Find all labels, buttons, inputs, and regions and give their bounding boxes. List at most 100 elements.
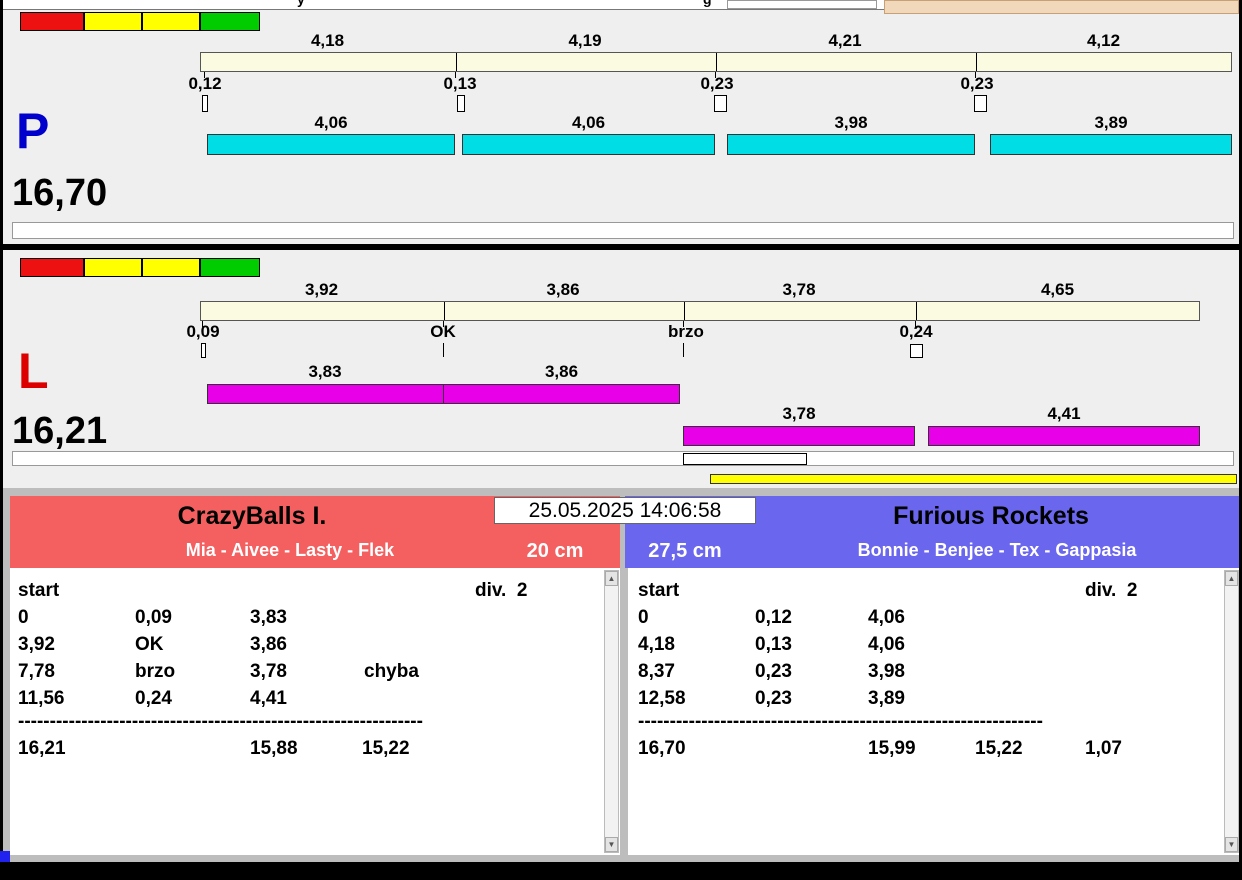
lane-p-label: P xyxy=(16,103,50,159)
p-dog-time: 4,06 xyxy=(571,113,606,132)
right-team-dogs: Bonnie - Benjee - Tex - Gappasia xyxy=(857,540,1137,560)
l-dog-bar xyxy=(683,426,915,446)
left-team-name: CrazyBalls I. xyxy=(177,502,327,530)
clock-value: 25.05.2025 14:06:58 xyxy=(528,499,722,522)
change-tick xyxy=(683,343,684,357)
table-cell: 11,56 xyxy=(18,688,65,709)
l-change-time: 0,09 xyxy=(186,322,220,341)
table-cell: 3,89 xyxy=(868,688,905,709)
p-change-time: 0,13 xyxy=(443,74,477,93)
bottom-border xyxy=(0,862,1242,880)
split-divider xyxy=(444,302,445,320)
p-segment-time: 4,21 xyxy=(828,31,862,50)
table-cell: 0,23 xyxy=(755,661,792,682)
lane-p-total-time: 16,70 xyxy=(12,172,108,214)
table-cell: 3,92 xyxy=(18,634,55,655)
clock: 25.05.2025 14:06:58 xyxy=(494,497,756,524)
table-header-start: start xyxy=(638,580,680,601)
table-cell: 0,09 xyxy=(135,607,172,628)
lane-p-progress-strip xyxy=(12,222,1234,239)
change-marker xyxy=(202,95,208,112)
table-cell: 3,83 xyxy=(250,607,287,628)
l-change-time: brzo xyxy=(668,322,704,341)
lane-p-start-lights xyxy=(20,12,262,31)
change-marker xyxy=(457,95,465,112)
l-change-time: OK xyxy=(430,322,456,341)
running-dog-bar xyxy=(710,474,1237,484)
split-divider xyxy=(716,53,717,71)
p-dog-time: 4,06 xyxy=(314,113,348,132)
p-change-time: 0,23 xyxy=(960,74,994,93)
scroll-down-icon[interactable]: ▼ xyxy=(1225,837,1238,852)
lane-divider xyxy=(3,244,1239,250)
table-cell: 0 xyxy=(18,607,29,628)
l-segment-time: 3,92 xyxy=(304,280,339,299)
scroll-up-icon[interactable]: ▲ xyxy=(605,571,618,586)
l-dog-bar xyxy=(443,384,680,404)
toolbar-panel xyxy=(884,0,1239,14)
table-header-division: div. 2 xyxy=(475,580,528,601)
left-table-scrollbar[interactable]: ▲ ▼ xyxy=(604,570,619,853)
l-segment-time: 3,86 xyxy=(546,280,580,299)
split-divider xyxy=(916,302,917,320)
flyball-timing-window: y g 4,18 4,19 4,21 4,12 0,12 0,13 0,23 0… xyxy=(0,0,1242,880)
l-change-time: 0,24 xyxy=(899,322,933,341)
change-tick xyxy=(443,343,444,357)
p-dog-bar xyxy=(207,134,455,155)
left-team-dogs: Mia - Aivee - Lasty - Flek xyxy=(185,540,395,560)
p-segment-time: 4,18 xyxy=(310,31,345,50)
p-segment-time: 4,12 xyxy=(1086,31,1121,50)
table-total: 16,21 xyxy=(18,738,66,759)
table-cell: chyba xyxy=(364,661,419,682)
table-total: 16,70 xyxy=(638,738,686,759)
split-divider xyxy=(684,302,685,320)
left-jump-height: 20 cm xyxy=(526,540,584,562)
light-green xyxy=(200,12,260,31)
right-table-scrollbar[interactable]: ▲ ▼ xyxy=(1224,570,1239,853)
p-dog-bar xyxy=(990,134,1232,155)
change-marker xyxy=(910,344,923,358)
change-marker xyxy=(201,343,206,358)
lane-l-split-bar xyxy=(200,301,1200,321)
l-dog-time: 3,86 xyxy=(544,362,579,381)
split-divider xyxy=(456,53,457,71)
table-cell: 0,13 xyxy=(755,634,792,655)
table-separator: ----------------------------------------… xyxy=(18,711,423,732)
p-dog-bar xyxy=(727,134,975,155)
light-yellow xyxy=(142,12,200,31)
table-cell: 4,18 xyxy=(638,634,675,655)
right-team-name: Furious Rockets xyxy=(893,502,1089,530)
p-change-time: 0,12 xyxy=(188,74,222,93)
l-dog-time: 4,41 xyxy=(1047,404,1081,423)
table-cell: 4,06 xyxy=(868,634,905,655)
p-dog-time: 3,98 xyxy=(834,113,868,132)
progress-box xyxy=(683,453,807,465)
lane-l-start-lights xyxy=(20,258,262,277)
lane-l-label: L xyxy=(18,343,49,399)
light-red xyxy=(20,258,84,277)
table-cell: OK xyxy=(135,634,164,655)
table-cell: brzo xyxy=(135,661,176,682)
toolbar-fragment: g xyxy=(703,0,712,7)
table-total: 15,99 xyxy=(868,738,916,759)
table-total: 1,07 xyxy=(1085,738,1122,759)
table-header-division: div. 2 xyxy=(1085,580,1138,601)
split-divider xyxy=(976,53,977,71)
table-total: 15,22 xyxy=(975,738,1023,759)
p-change-time: 0,23 xyxy=(700,74,734,93)
light-yellow xyxy=(84,258,142,277)
toolbar-field xyxy=(727,0,877,9)
change-marker xyxy=(714,95,727,112)
table-cell: 8,37 xyxy=(638,661,675,682)
lane-p-split-bar xyxy=(200,52,1232,72)
l-dog-bar xyxy=(207,384,444,404)
table-total: 15,22 xyxy=(362,738,410,759)
right-jump-height: 27,5 cm xyxy=(648,540,722,562)
table-cell: 3,78 xyxy=(250,661,287,682)
left-results-table: start div. 2 0 0,09 3,83 3,92 OK 3,86 7,… xyxy=(10,568,620,855)
l-segment-time: 3,78 xyxy=(782,280,816,299)
p-segment-time: 4,19 xyxy=(568,31,602,50)
scroll-down-icon[interactable]: ▼ xyxy=(605,837,618,852)
light-yellow xyxy=(84,12,142,31)
scroll-up-icon[interactable]: ▲ xyxy=(1225,571,1238,586)
